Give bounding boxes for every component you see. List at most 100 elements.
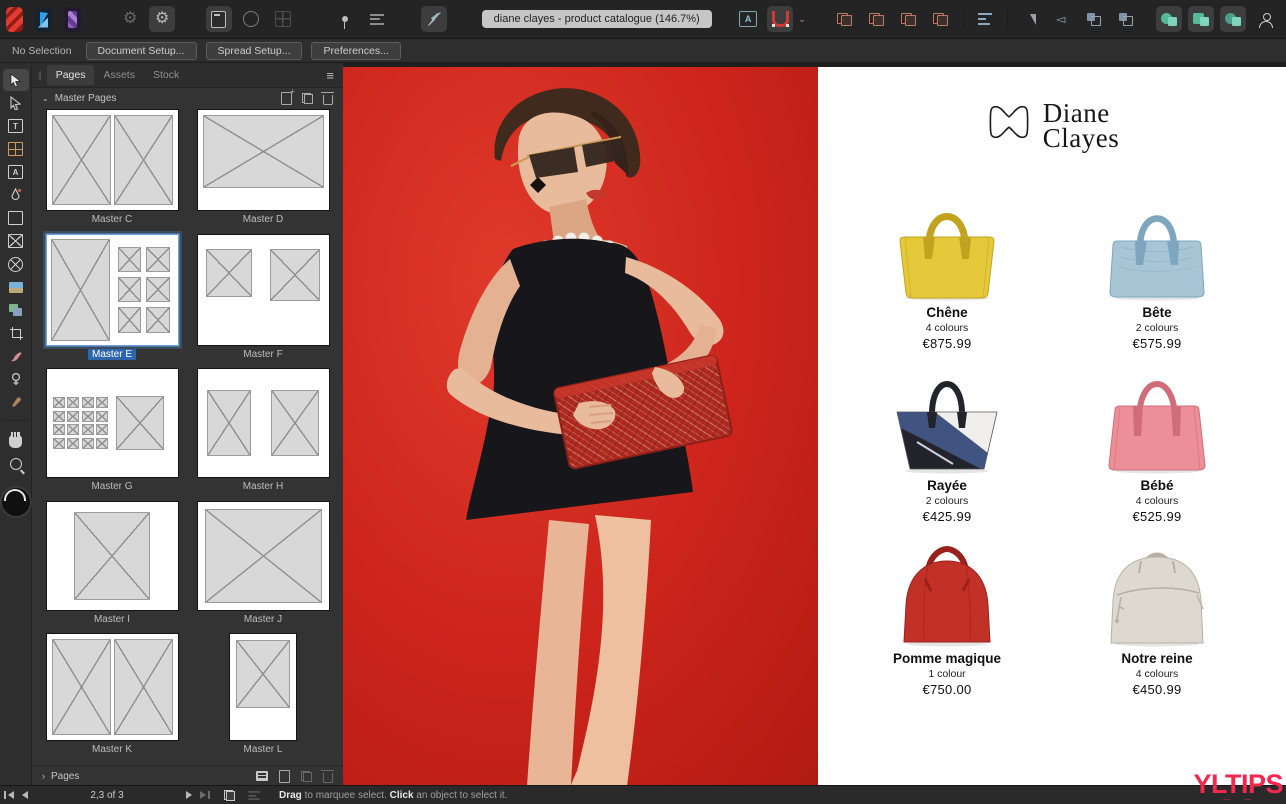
tab-assets[interactable]: Assets (94, 65, 144, 85)
product-name: Bébé (1140, 478, 1173, 493)
tab-pages[interactable]: Pages (47, 65, 95, 85)
master-page-item[interactable]: Master J (195, 502, 332, 628)
move-tool[interactable] (3, 69, 29, 91)
boolean-add-icon (1161, 12, 1177, 26)
tab-stock[interactable]: Stock (144, 65, 188, 85)
node-tool[interactable] (3, 92, 29, 114)
product-item[interactable]: Bébé 4 colours €525.99 (1052, 362, 1262, 524)
next-page-button[interactable] (186, 791, 192, 799)
grid-view-button[interactable] (270, 6, 296, 32)
flip-vertical-button[interactable]: ◅ (1049, 6, 1075, 32)
designer-app-icon[interactable] (35, 7, 52, 32)
previous-page-button[interactable] (22, 791, 28, 799)
product-item[interactable]: Rayée 2 colours €425.99 (842, 362, 1052, 524)
pen-tool[interactable] (3, 184, 29, 206)
alignment-button[interactable] (972, 6, 998, 32)
duplicate-master-icon[interactable] (302, 93, 313, 104)
fashion-photo-frame[interactable] (343, 67, 818, 786)
selection-status: No Selection (12, 45, 72, 57)
table-tool[interactable] (3, 138, 29, 160)
snapping-dropdown[interactable]: ⌄ (798, 14, 806, 25)
asset-stack-tool[interactable] (3, 299, 29, 321)
first-page-button[interactable] (4, 791, 14, 799)
layers-icon (9, 304, 22, 316)
document-setup-button[interactable]: Document Setup... (86, 42, 197, 60)
crop-tool[interactable] (3, 322, 29, 344)
product-item[interactable]: Chêne 4 colours €875.99 (842, 189, 1052, 351)
group-button[interactable] (896, 6, 922, 32)
single-page-view-button[interactable] (206, 6, 232, 32)
order-forward-icon (1087, 13, 1101, 26)
flip-horizontal-button[interactable] (1017, 6, 1043, 32)
move-backward-button[interactable] (1113, 6, 1139, 32)
boolean-subtract-button[interactable] (1188, 6, 1214, 32)
product-item[interactable]: Notre reine 4 colours €450.99 (1052, 535, 1262, 697)
duplicate-button[interactable] (832, 6, 858, 32)
toolbar-divider (963, 9, 964, 29)
list-options-button[interactable] (364, 6, 390, 32)
publisher-app-icon[interactable] (6, 7, 23, 32)
clone-button[interactable] (864, 6, 890, 32)
picture-frame-rectangle-tool[interactable] (3, 230, 29, 252)
pin-button[interactable] (332, 6, 358, 32)
rotation-view-button[interactable] (238, 6, 264, 32)
place-image-tool[interactable] (3, 276, 29, 298)
fill-tool[interactable] (3, 368, 29, 390)
duplicate-page-icon[interactable] (301, 771, 312, 782)
frame-text-tool[interactable]: T (3, 115, 29, 137)
add-page-icon[interactable] (279, 770, 290, 783)
delete-master-icon[interactable] (323, 95, 333, 105)
view-hand-tool[interactable] (3, 430, 29, 452)
expand-arrow-icon[interactable]: › (42, 771, 45, 781)
text-frame-options-button[interactable]: A (735, 6, 761, 32)
text-view-toggle[interactable] (247, 790, 261, 801)
brand-logo[interactable]: Diane Clayes (818, 101, 1286, 151)
add-master-icon[interactable] (281, 92, 292, 105)
preferences-button[interactable]: Preferences... (311, 42, 400, 60)
boolean-add-button[interactable] (1156, 6, 1182, 32)
master-pages-header[interactable]: ⌄ Master Pages (32, 88, 343, 108)
colour-selector-well[interactable] (0, 486, 32, 518)
snapping-button[interactable] (767, 6, 793, 32)
pages-section-header[interactable]: › Pages (32, 765, 343, 786)
zoom-tool[interactable] (3, 453, 29, 475)
product-colours: 2 colours (1136, 322, 1179, 334)
ungroup-button[interactable] (928, 6, 954, 32)
master-page-item[interactable]: Master F (195, 235, 332, 363)
account-button[interactable] (1252, 6, 1278, 32)
catalogue-page[interactable]: Diane Clayes (818, 67, 1286, 786)
page-view-toggle[interactable] (224, 790, 235, 801)
apply-master-icon[interactable] (256, 771, 268, 781)
master-page-item[interactable]: Master C (44, 110, 181, 228)
artistic-text-tool[interactable]: A (3, 161, 29, 183)
boolean-intersect-button[interactable] (1220, 6, 1246, 32)
page-indicator[interactable]: 2,3 of 3 (32, 790, 182, 801)
collapse-arrow-icon[interactable]: ⌄ (42, 94, 49, 103)
picture-frame-ellipse-tool[interactable] (3, 253, 29, 275)
master-page-item[interactable]: Master G (44, 369, 181, 495)
spread-setup-button[interactable]: Spread Setup... (206, 42, 303, 60)
panel-menu-icon[interactable]: ≡ (326, 68, 334, 83)
move-forward-button[interactable] (1081, 6, 1107, 32)
photo-app-icon[interactable] (64, 7, 81, 32)
master-page-item[interactable]: Master D (195, 110, 332, 228)
pen-presets-button[interactable] (421, 6, 447, 32)
master-page-item[interactable]: Master H (195, 369, 332, 495)
master-page-item-selected[interactable]: Master E (44, 235, 181, 363)
last-page-button[interactable] (200, 791, 210, 799)
settings-gear-icon[interactable]: ⚙ (117, 6, 143, 32)
rectangle-tool[interactable] (3, 207, 29, 229)
master-pages-grid: Master C Master D Master E (32, 108, 343, 765)
master-page-item[interactable]: Master K (44, 634, 181, 758)
vector-brush-tool[interactable] (3, 345, 29, 367)
document-canvas[interactable]: Diane Clayes (343, 63, 1286, 786)
panel-grip-icon[interactable]: || (38, 70, 41, 80)
preferences-gear-icon[interactable]: ⚙ (149, 6, 175, 32)
colour-picker-tool[interactable] (3, 391, 29, 413)
master-page-item[interactable]: Master I (44, 502, 181, 628)
spread[interactable]: Diane Clayes (343, 67, 1286, 786)
master-page-item[interactable]: Master L (195, 634, 332, 758)
product-item[interactable]: Bête 2 colours €575.99 (1052, 189, 1262, 351)
delete-page-icon[interactable] (323, 773, 333, 783)
product-item[interactable]: Pomme magique 1 colour €750.00 (842, 535, 1052, 697)
